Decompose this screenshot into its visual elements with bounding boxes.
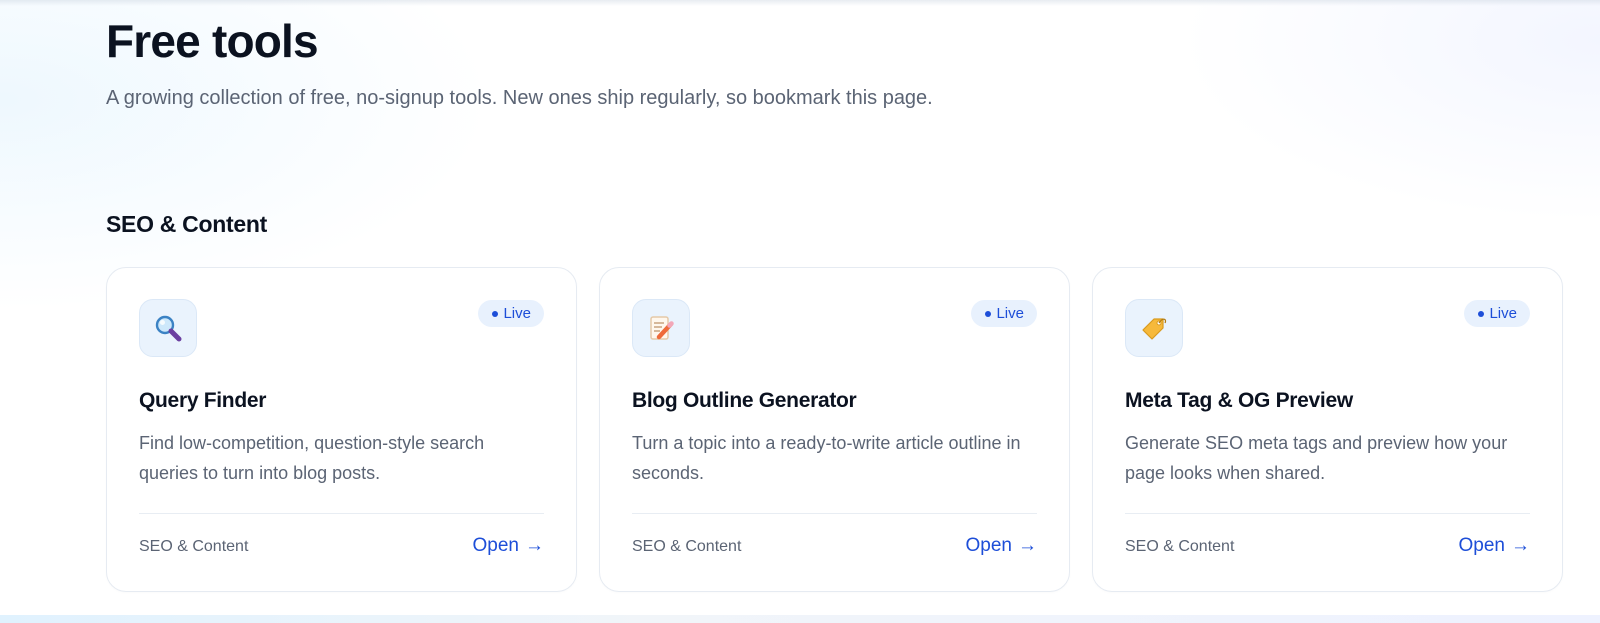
card-category: SEO & Content bbox=[1125, 538, 1235, 555]
status-badge: Live bbox=[971, 300, 1037, 327]
card-description: Turn a topic into a ready-to-write artic… bbox=[632, 433, 1021, 483]
magnifying-glass-icon bbox=[139, 299, 197, 357]
status-badge: Live bbox=[1464, 300, 1530, 327]
top-shadow bbox=[0, 0, 1600, 6]
tool-cards: Live Query Finder Find low-competition, … bbox=[106, 267, 1563, 592]
open-label: Open bbox=[1458, 535, 1505, 556]
arrow-right-icon: → bbox=[525, 535, 544, 556]
open-link[interactable]: Open → bbox=[1459, 535, 1530, 557]
section-title: SEO & Content bbox=[106, 211, 267, 237]
page-title: Free tools bbox=[106, 15, 319, 67]
bottom-strip bbox=[0, 615, 1600, 623]
card-divider bbox=[139, 513, 544, 514]
card-description: Find low-competition, question-style sea… bbox=[139, 433, 485, 483]
arrow-right-icon: → bbox=[1018, 535, 1037, 556]
open-label: Open bbox=[472, 535, 519, 556]
memo-pencil-icon bbox=[632, 299, 690, 357]
status-label: Live bbox=[1489, 305, 1517, 322]
arrow-right-icon: → bbox=[1511, 535, 1530, 556]
status-label: Live bbox=[996, 305, 1024, 322]
card-title: Meta Tag & OG Preview bbox=[1125, 389, 1353, 412]
tool-card-query-finder[interactable]: Live Query Finder Find low-competition, … bbox=[106, 267, 577, 592]
open-link[interactable]: Open → bbox=[966, 535, 1037, 557]
card-category: SEO & Content bbox=[632, 538, 742, 555]
status-dot bbox=[492, 310, 499, 317]
card-description: Generate SEO meta tags and preview how y… bbox=[1125, 433, 1508, 483]
status-dot bbox=[1478, 310, 1485, 317]
card-title: Blog Outline Generator bbox=[632, 389, 857, 412]
label-tag-icon bbox=[1125, 299, 1183, 357]
status-label: Live bbox=[503, 305, 531, 322]
card-category: SEO & Content bbox=[139, 538, 249, 555]
tool-card-blog-outline-generator[interactable]: Live Blog Outline Generator Turn a topic… bbox=[599, 267, 1070, 592]
card-divider bbox=[1125, 513, 1530, 514]
tool-card-meta-tag-og-preview[interactable]: Live Meta Tag & OG Preview Generate SEO … bbox=[1092, 267, 1563, 592]
page-subtitle: A growing collection of free, no-signup … bbox=[106, 87, 933, 109]
card-title: Query Finder bbox=[139, 389, 267, 412]
open-label: Open bbox=[965, 535, 1012, 556]
card-divider bbox=[632, 513, 1037, 514]
open-link[interactable]: Open → bbox=[473, 535, 544, 557]
status-dot bbox=[985, 310, 992, 317]
status-badge: Live bbox=[478, 300, 544, 327]
